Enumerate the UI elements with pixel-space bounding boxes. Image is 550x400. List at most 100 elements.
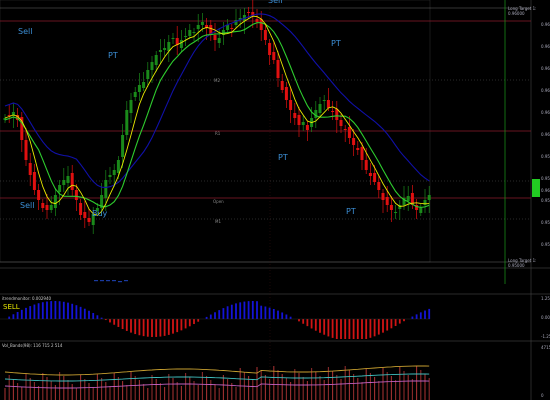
oscillator-bar-negative <box>155 319 158 337</box>
candle-body <box>87 218 91 222</box>
candle-body <box>129 100 133 113</box>
strip-marker <box>118 281 122 283</box>
price-scale-tick: 0.9550 <box>541 242 550 247</box>
candle-body <box>347 127 351 138</box>
oscillator-bar-positive <box>419 312 422 319</box>
oscillator-bar-positive <box>92 312 95 319</box>
oscillator-scale-tick: 1.2500 <box>541 296 550 301</box>
oscillator-bar-negative <box>348 319 351 339</box>
candle-body <box>318 104 322 113</box>
oscillator-bar-positive <box>88 310 90 319</box>
candle-body <box>247 12 251 13</box>
candle-body <box>276 60 280 78</box>
oscillator-scale-tick: -1.2500 <box>541 334 550 339</box>
oscillator-bar-positive <box>243 301 246 319</box>
oscillator-bar-negative <box>361 319 363 339</box>
candle-body <box>352 138 356 145</box>
volume-band-upper <box>4 365 430 376</box>
oscillator-bar-positive <box>272 308 275 319</box>
oscillator-bar-negative <box>113 319 116 325</box>
candle-body <box>150 62 154 70</box>
oscillator-bar-positive <box>222 308 225 319</box>
oscillator-bar-positive <box>277 310 279 319</box>
oscillator-bar-negative <box>172 319 174 334</box>
oscillator-bar-positive <box>71 303 74 319</box>
candle-body <box>217 38 221 43</box>
oscillator-bar-positive <box>58 301 61 319</box>
strip-marker <box>100 280 104 282</box>
oscillator-bar-negative <box>394 319 397 326</box>
candle-body <box>112 170 116 175</box>
top-right-target-label: Long Target 1: 0.96000 <box>508 6 537 16</box>
oscillator-bar-negative <box>335 319 338 339</box>
candle-body <box>305 125 309 130</box>
candle-body <box>289 100 293 110</box>
candle-body <box>326 100 330 108</box>
signal-label-pt: PT <box>108 51 118 60</box>
oscillator-bar-negative <box>188 319 191 327</box>
candle-body <box>49 205 53 210</box>
candle-body <box>368 173 372 176</box>
oscillator-bar-positive <box>67 302 69 319</box>
oscillator-bar-positive <box>260 305 263 319</box>
candle-body <box>163 48 167 50</box>
oscillator-bar-positive <box>12 314 15 319</box>
price-scale-tick: 0.9640 <box>541 44 550 49</box>
candle-body <box>377 182 381 190</box>
candle-body <box>171 38 175 39</box>
oscillator-bar-positive <box>205 316 208 319</box>
oscillator-bar-positive <box>33 304 36 319</box>
price-scale-tick: 0.9650 <box>541 22 550 27</box>
oscillator-bar-negative <box>197 319 200 322</box>
candle-body <box>406 196 410 201</box>
current-price-marker <box>532 179 540 197</box>
oscillator-bar-positive <box>37 303 40 319</box>
oscillator-bar-negative <box>159 319 162 337</box>
price-scale-tick: 0.9560 <box>541 220 550 225</box>
oscillator-bar-negative <box>386 319 389 331</box>
oscillator-signal: SELL <box>3 303 20 311</box>
oscillator-bar-negative <box>176 319 179 333</box>
oscillator-bar-negative <box>319 319 321 333</box>
candle-body <box>192 32 196 33</box>
pivot-label: M2 <box>214 78 220 83</box>
oscillator-bar-negative <box>398 319 401 324</box>
oscillator-bar-negative <box>331 319 334 338</box>
oscillator-bar-negative <box>121 319 124 330</box>
signal-label-sell: Sell <box>20 201 34 210</box>
oscillator-bar-positive <box>218 310 221 319</box>
volume-scale-tick: 4715 <box>541 345 550 350</box>
candle-body <box>268 43 272 55</box>
candle-body <box>53 195 57 208</box>
candle-body <box>137 85 141 92</box>
trading-terminal: Sell PT Sell PT Buy PT PT Sell M2 R1 Open M1 0.9650 0… <box>0 0 550 400</box>
candle-body <box>70 173 74 190</box>
candle-body <box>389 205 393 210</box>
oscillator-bar-negative <box>344 319 347 339</box>
strip-marker <box>124 280 128 282</box>
candle-body <box>381 193 385 200</box>
candle-body <box>322 100 326 101</box>
candle-body <box>385 197 389 205</box>
candle-body <box>427 195 431 200</box>
oscillator-bar-negative <box>352 319 355 339</box>
candle-body <box>200 22 204 25</box>
oscillator-bar-negative <box>163 319 166 336</box>
price-chart[interactable]: Sell PT Sell PT Buy PT PT Sell M2 R1 Open M1 0.9650 0… <box>0 0 550 400</box>
oscillator-bar-negative <box>369 319 372 338</box>
oscillator-bar-positive <box>289 316 292 319</box>
candle-body <box>104 180 108 198</box>
oscillator-bar-positive <box>62 301 65 319</box>
candle-body <box>154 55 158 65</box>
oscillator-bar-negative <box>310 319 313 329</box>
candle-body <box>297 115 301 125</box>
oscillator-bar-negative <box>130 319 132 333</box>
oscillator-bar-positive <box>96 315 99 319</box>
candle-body <box>301 122 305 125</box>
oscillator-bar-positive <box>8 316 11 319</box>
oscillator-bar-negative <box>117 319 120 327</box>
oscillator-bar-positive <box>230 304 233 319</box>
oscillator-bar-positive <box>428 308 431 319</box>
oscillator-bar-positive <box>247 301 250 319</box>
candle-body <box>83 212 87 218</box>
